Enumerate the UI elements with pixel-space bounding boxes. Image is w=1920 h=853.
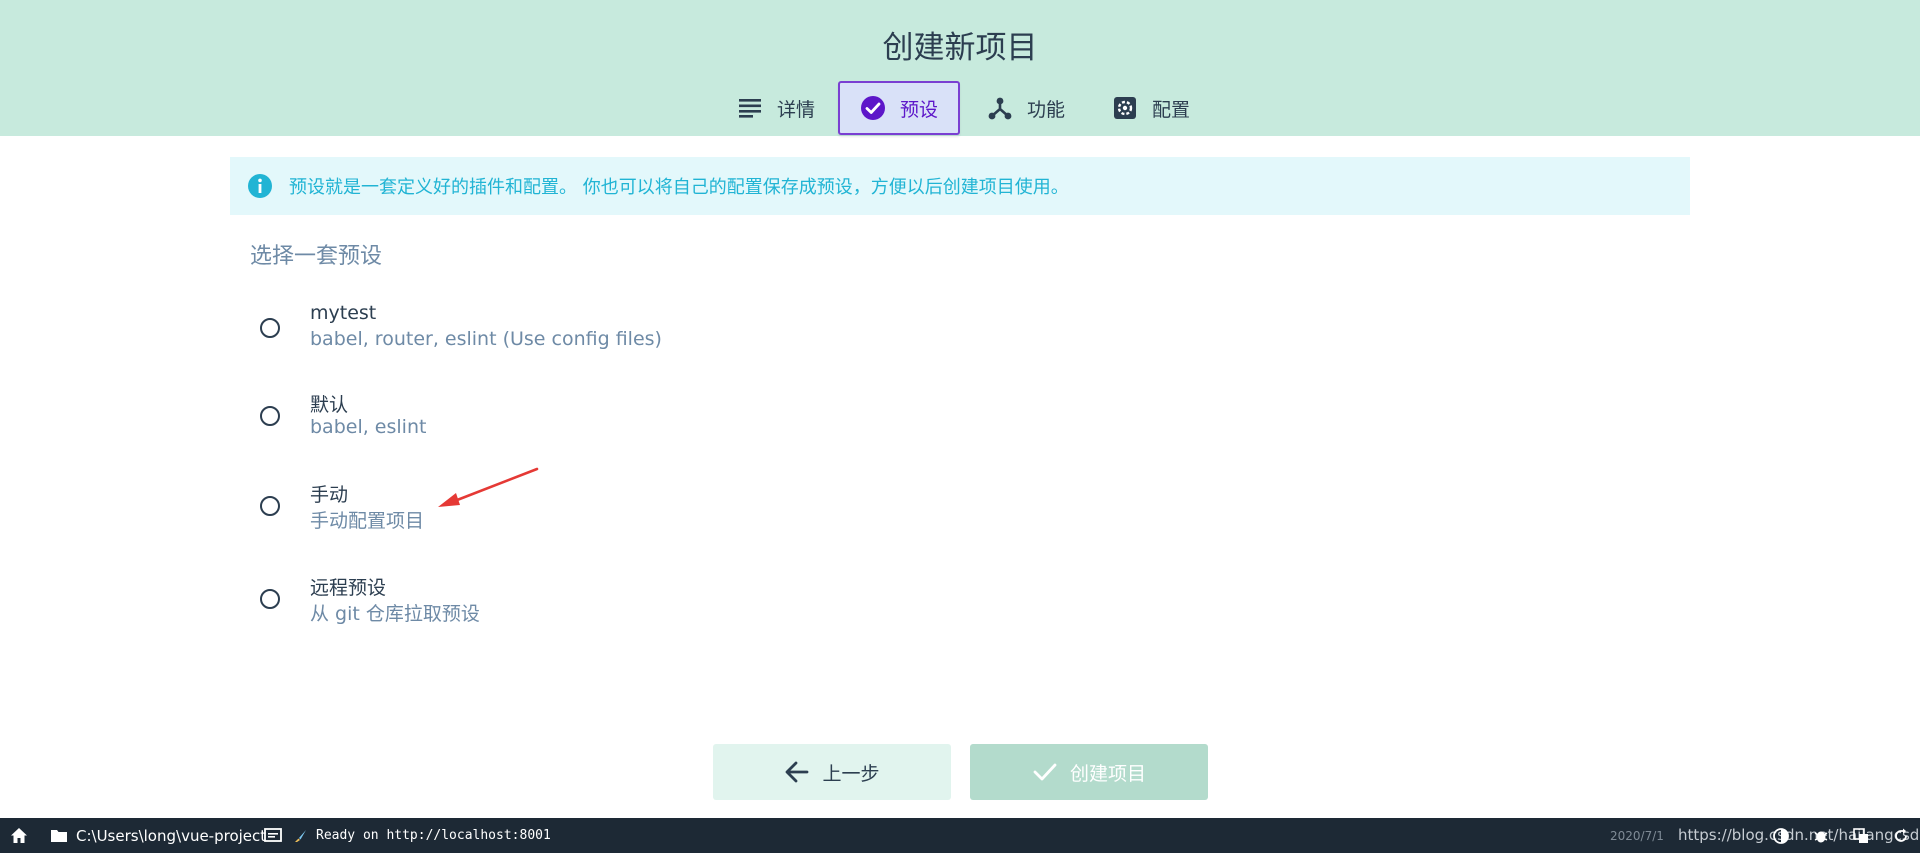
preset-desc: 从 git 仓库拉取预设 xyxy=(310,603,480,625)
button-label: 创建项目 xyxy=(1069,762,1146,785)
tab-features[interactable]: 功能 xyxy=(970,81,1082,135)
check-icon xyxy=(1032,759,1058,785)
tab-details[interactable]: 详情 xyxy=(722,81,830,135)
status-date: 2020/7/1 xyxy=(1610,818,1664,853)
brush-icon xyxy=(292,827,310,845)
create-project-button[interactable]: 创建项目 xyxy=(970,744,1208,800)
preset-name: mytest xyxy=(310,302,377,324)
preset-desc: babel, router, eslint (Use config files) xyxy=(310,328,662,350)
date-text: 2020/7/1 xyxy=(1610,828,1664,843)
info-icon xyxy=(247,173,273,199)
tab-config[interactable]: 配置 xyxy=(1095,81,1207,135)
refresh-icon[interactable] xyxy=(1892,827,1910,845)
tab-label: 功能 xyxy=(1026,98,1065,121)
step-tabs: 详情 预设 功能 配置 xyxy=(0,81,1920,135)
fork-icon xyxy=(987,95,1013,121)
contrast-icon[interactable] xyxy=(1772,827,1790,845)
project-path[interactable]: C:\Users\long\vue-project xyxy=(50,818,266,853)
radio-button[interactable] xyxy=(260,318,280,338)
home-icon xyxy=(10,827,28,845)
tab-label: 预设 xyxy=(899,98,938,121)
tab-label: 配置 xyxy=(1151,98,1190,121)
preset-desc: babel, eslint xyxy=(310,416,427,438)
info-text: 预设就是一套定义好的插件和配置。 你也可以将自己的配置保存成预设，方便以后创建项… xyxy=(289,177,1069,198)
home-button[interactable] xyxy=(10,818,28,853)
prev-step-button[interactable]: 上一步 xyxy=(713,744,951,800)
preset-option-remote[interactable]: 远程预设 从 git 仓库拉取预设 xyxy=(250,569,950,629)
list-icon xyxy=(737,95,763,121)
status-bar: C:\Users\long\vue-project Ready on http:… xyxy=(0,818,1920,853)
gear-icon xyxy=(1112,95,1138,121)
preset-name: 默认 xyxy=(310,394,349,416)
annotation-arrow-icon xyxy=(438,467,539,507)
preset-option-manual[interactable]: 手动 手动配置项目 xyxy=(250,476,950,536)
page-title: 创建新项目 xyxy=(882,30,1038,66)
preset-desc: 手动配置项目 xyxy=(310,510,425,532)
tab-presets[interactable]: 预设 xyxy=(838,81,960,135)
arrow-left-icon xyxy=(784,759,810,785)
preset-option-mytest[interactable]: mytest babel, router, eslint (Use config… xyxy=(250,298,950,358)
folder-icon xyxy=(50,827,68,845)
tab-label: 详情 xyxy=(776,98,815,121)
section-title: 选择一套预设 xyxy=(250,244,383,269)
info-banner: 预设就是一套定义好的插件和配置。 你也可以将自己的配置保存成预设，方便以后创建项… xyxy=(230,157,1690,215)
console-log-text: Ready on http://localhost:8001 xyxy=(316,828,551,843)
check-circle-icon xyxy=(860,95,886,121)
preset-name: 手动 xyxy=(310,484,349,506)
radio-button[interactable] xyxy=(260,406,280,426)
project-path-text: C:\Users\long\vue-project xyxy=(76,826,267,845)
status-actions xyxy=(1772,818,1910,853)
bug-icon[interactable] xyxy=(1812,827,1830,845)
console-log[interactable]: Ready on http://localhost:8001 xyxy=(264,818,551,853)
button-label: 上一步 xyxy=(822,762,880,785)
radio-button[interactable] xyxy=(260,589,280,609)
preset-name: 远程预设 xyxy=(310,577,387,599)
preset-option-default[interactable]: 默认 babel, eslint xyxy=(250,386,950,446)
header: 创建新项目 详情 预设 功能 配置 xyxy=(0,0,1920,136)
radio-button[interactable] xyxy=(260,496,280,516)
translate-icon[interactable] xyxy=(1852,827,1870,845)
console-icon xyxy=(264,827,282,845)
